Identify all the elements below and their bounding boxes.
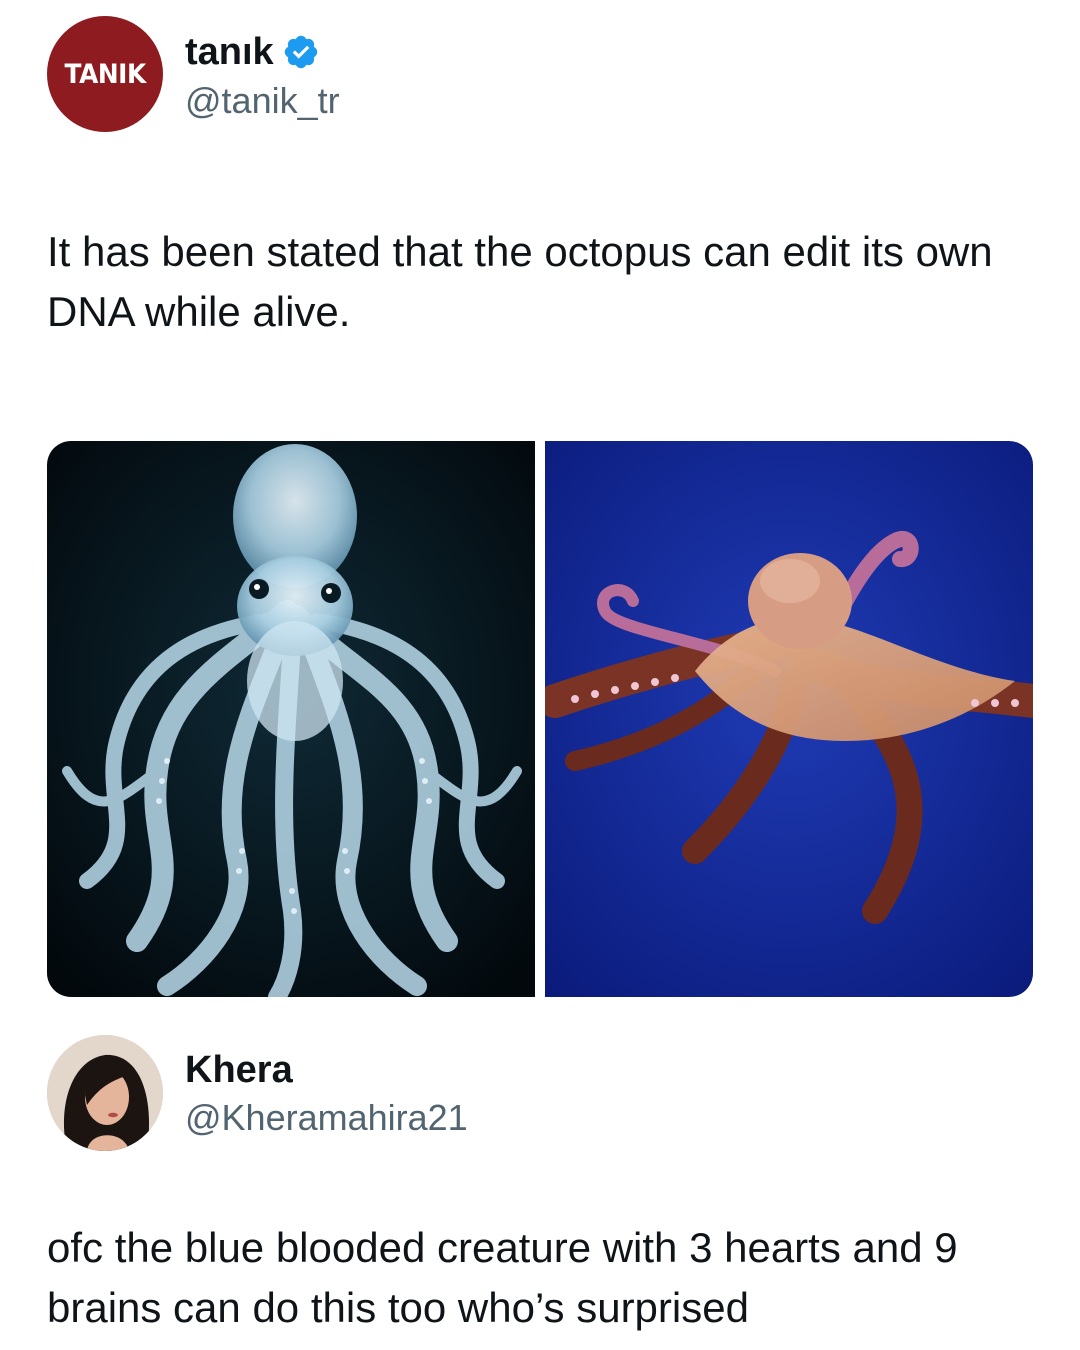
avatar-logo-text: TANIK (64, 58, 146, 90)
media-grid (47, 441, 1033, 997)
profile-photo-icon (47, 1035, 163, 1151)
octopus-translucent-image[interactable] (47, 441, 535, 997)
reply-text: ofc the blue blooded creature with 3 hea… (47, 1224, 958, 1331)
octopus-red-illustration (545, 441, 1033, 997)
author-name[interactable]: tanık (185, 30, 320, 74)
tanik-avatar[interactable]: TANIK (47, 16, 163, 132)
octopus-translucent-illustration (47, 441, 535, 997)
octopus-red-image[interactable] (545, 441, 1033, 997)
reply-author-handle[interactable]: @Kheramahira21 (185, 1097, 468, 1139)
author-name-label: tanık (185, 31, 274, 73)
verified-badge-icon (284, 35, 317, 69)
author-handle[interactable]: @tanik_tr (185, 80, 340, 122)
khera-avatar[interactable] (47, 1035, 163, 1151)
reply-author-name[interactable]: Khera (185, 1048, 293, 1092)
post-text: It has been stated that the octopus can … (47, 228, 993, 335)
